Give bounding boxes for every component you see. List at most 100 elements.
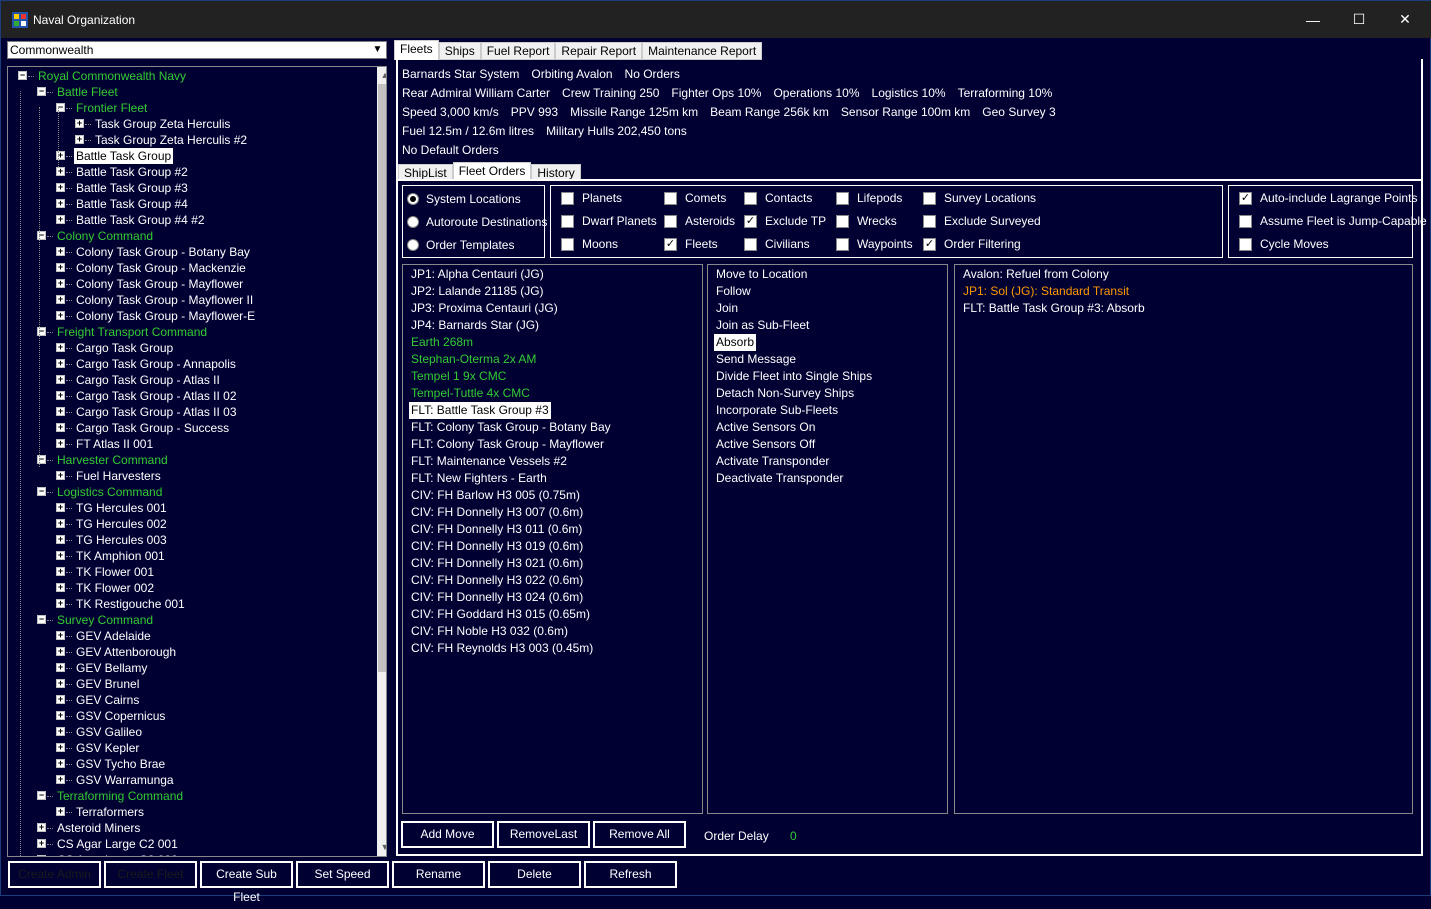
tree-node[interactable]: + TG Hercules 001 (8, 500, 371, 516)
tree-expand-icon[interactable]: + (75, 135, 84, 144)
tree-node[interactable]: − Battle Fleet (8, 84, 371, 100)
tree-collapse-icon[interactable]: − (37, 487, 46, 496)
tree-collapse-icon[interactable]: − (37, 791, 46, 800)
tree-node[interactable]: + GEV Adelaide (8, 628, 371, 644)
tree-expand-icon[interactable]: + (56, 471, 65, 480)
tree-node[interactable]: + CS Agar Large C2 001 (8, 836, 371, 852)
tree-node[interactable]: + Colony Task Group - Mayflower II (8, 292, 371, 308)
tree-expand-icon[interactable]: + (56, 663, 65, 672)
tree-node[interactable]: + Task Group Zeta Herculis (8, 116, 371, 132)
tree-node[interactable]: + Cargo Task Group (8, 340, 371, 356)
add-move-button[interactable]: Add Move (401, 821, 494, 848)
checkbox-order-filtering[interactable]: ✓ Order Filtering (923, 237, 1021, 251)
tree-expand-icon[interactable]: + (56, 647, 65, 656)
destination-list[interactable]: JP1: Alpha Centauri (JG) JP2: Lalande 211… (402, 264, 703, 814)
tree-node[interactable]: + Cargo Task Group - Atlas II 03 (8, 404, 371, 420)
list-item[interactable]: JP1: Sol (JG): Standard Transit (961, 283, 1131, 300)
tree-node[interactable]: − Royal Commonwealth Navy (8, 68, 371, 84)
tree-expand-icon[interactable]: + (56, 359, 65, 368)
tree-node[interactable]: + TG Hercules 002 (8, 516, 371, 532)
tab-maintenance-report[interactable]: Maintenance Report (642, 42, 763, 60)
fleet-tree[interactable]: ▲ ▼ − Royal Commonwealth Navy − Battle Flee… (7, 66, 387, 857)
tree-expand-icon[interactable]: + (56, 279, 65, 288)
tree-expand-icon[interactable]: + (56, 439, 65, 448)
tree-expand-icon[interactable]: + (56, 519, 65, 528)
list-item[interactable]: Follow (714, 283, 753, 300)
tree-node[interactable]: + Colony Task Group - Mayflower (8, 276, 371, 292)
tree-expand-icon[interactable]: + (56, 551, 65, 560)
tree-node[interactable]: + Colony Task Group - Mayflower-E (8, 308, 371, 324)
tree-expand-icon[interactable]: + (37, 855, 46, 856)
checkbox-exclude-surveyed[interactable]: Exclude Surveyed (923, 214, 1041, 228)
tree-node[interactable]: + GEV Cairns (8, 692, 371, 708)
create-sub-fleet-button[interactable]: Create Sub Fleet (200, 861, 293, 904)
tree-node[interactable]: + TG Hercules 003 (8, 532, 371, 548)
checkbox-lifepods[interactable]: Lifepods (836, 191, 902, 205)
tree-collapse-icon[interactable]: − (18, 71, 27, 80)
list-item[interactable]: CIV: FH Donnelly H3 019 (0.6m) (409, 538, 585, 555)
tree-node[interactable]: + Terraformers (8, 804, 371, 820)
list-item[interactable]: CIV: FH Noble H3 032 (0.6m) (409, 623, 570, 640)
tree-node[interactable]: + GEV Brunel (8, 676, 371, 692)
list-item[interactable]: JP2: Lalande 21185 (JG) (409, 283, 546, 300)
scroll-up-icon[interactable]: ▲ (377, 67, 386, 84)
tree-collapse-icon[interactable]: − (37, 615, 46, 624)
tree-node[interactable]: + GSV Tycho Brae (8, 756, 371, 772)
tab-fleets[interactable]: Fleets (394, 40, 439, 60)
tree-expand-icon[interactable]: + (56, 695, 65, 704)
radio-button-icon[interactable] (407, 193, 419, 205)
tree-expand-icon[interactable]: + (56, 167, 65, 176)
removelast-button[interactable]: RemoveLast (497, 821, 590, 848)
tree-node[interactable]: + Battle Task Group #3 (8, 180, 371, 196)
tree-expand-icon[interactable]: + (56, 679, 65, 688)
list-item[interactable]: CIV: FH Donnelly H3 007 (0.6m) (409, 504, 585, 521)
list-item[interactable]: FLT: Battle Task Group #3: Absorb (961, 300, 1147, 317)
checkbox-icon[interactable] (561, 237, 574, 251)
tree-expand-icon[interactable]: + (56, 583, 65, 592)
list-item[interactable]: JP3: Proxima Centauri (JG) (409, 300, 560, 317)
tree-node[interactable]: + Cargo Task Group - Success (8, 420, 371, 436)
scroll-down-icon[interactable]: ▼ (377, 839, 386, 856)
checkbox-icon[interactable] (744, 237, 757, 251)
list-item[interactable]: Activate Transponder (714, 453, 831, 470)
list-item[interactable]: Stephan-Oterma 2x AM (409, 351, 538, 368)
tree-node[interactable]: + GEV Bellamy (8, 660, 371, 676)
tree-expand-icon[interactable]: + (56, 535, 65, 544)
tree-node[interactable]: + GSV Galileo (8, 724, 371, 740)
tree-node[interactable]: + GSV Kepler (8, 740, 371, 756)
tree-expand-icon[interactable]: + (56, 407, 65, 416)
tree-expand-icon[interactable]: + (56, 247, 65, 256)
tree-node[interactable]: − Frontier Fleet (8, 100, 371, 116)
tab-ships[interactable]: Ships (438, 42, 481, 60)
checkbox-icon[interactable] (836, 237, 849, 251)
tree-expand-icon[interactable]: + (56, 807, 65, 816)
checkbox-icon[interactable] (836, 191, 849, 205)
checkbox-asteroids[interactable]: Asteroids (664, 214, 735, 228)
list-item[interactable]: Detach Non-Survey Ships (714, 385, 856, 402)
checkbox-icon[interactable] (664, 191, 677, 205)
list-item[interactable]: Send Message (714, 351, 798, 368)
create-admin-button[interactable]: Create Admin (8, 861, 101, 888)
list-item[interactable]: FLT: Maintenance Vessels #2 (409, 453, 569, 470)
radio-button-icon[interactable] (407, 239, 419, 251)
delete-button[interactable]: Delete (488, 861, 581, 888)
checkbox-icon[interactable] (1239, 214, 1252, 228)
tree-node[interactable]: − Terraforming Command (8, 788, 371, 804)
tree-node[interactable]: + TK Flower 001 (8, 564, 371, 580)
tree-node[interactable]: + TK Amphion 001 (8, 548, 371, 564)
tree-node[interactable]: + Cargo Task Group - Atlas II (8, 372, 371, 388)
list-item[interactable]: CIV: FH Goddard H3 015 (0.65m) (409, 606, 592, 623)
list-item[interactable]: FLT: Colony Task Group - Mayflower (409, 436, 606, 453)
list-item[interactable]: CIV: FH Donnelly H3 024 (0.6m) (409, 589, 585, 606)
tree-expand-icon[interactable]: + (56, 743, 65, 752)
tree-node[interactable]: + Colony Task Group - Botany Bay (8, 244, 371, 260)
tree-expand-icon[interactable]: + (56, 263, 65, 272)
set-speed-button[interactable]: Set Speed (296, 861, 389, 888)
close-button[interactable]: ✕ (1382, 1, 1428, 38)
tree-expand-icon[interactable]: + (56, 711, 65, 720)
checkbox-civilians[interactable]: Civilians (744, 237, 810, 251)
list-item[interactable]: Tempel-Tuttle 4x CMC (409, 385, 532, 402)
checkbox-icon[interactable] (923, 214, 936, 228)
tree-expand-icon[interactable]: + (56, 183, 65, 192)
remove-all-button[interactable]: Remove All (593, 821, 686, 848)
